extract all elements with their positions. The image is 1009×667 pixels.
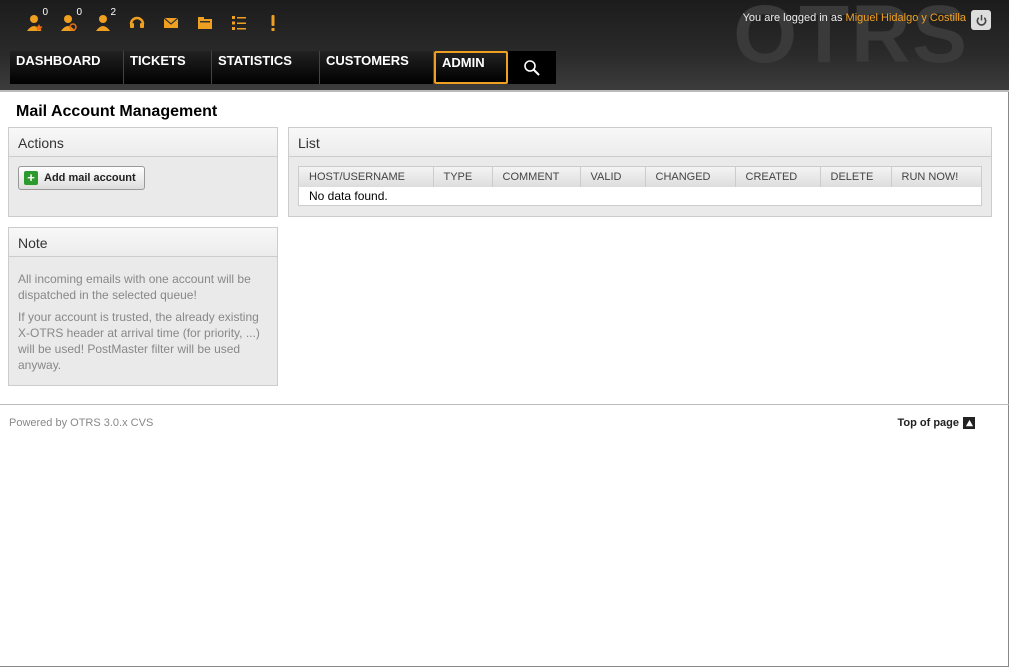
- search-icon[interactable]: [508, 51, 556, 84]
- top-of-page-link[interactable]: Top of page: [897, 417, 975, 429]
- note-paragraph-2: If your account is trusted, the already …: [18, 310, 260, 372]
- nav-tickets[interactable]: TICKETS: [124, 51, 212, 84]
- logout-icon[interactable]: [971, 10, 991, 30]
- mail-account-table: HOST/USERNAME TYPE COMMENT VALID CHANGED…: [298, 166, 982, 206]
- note-paragraph-1: All incoming emails with one account wil…: [18, 272, 251, 302]
- note-text: All incoming emails with one account wil…: [9, 257, 277, 373]
- main-nav: DASHBOARD TICKETS STATISTICS CUSTOMERS A…: [10, 51, 556, 84]
- top-of-page-label: Top of page: [897, 417, 959, 429]
- page-title: Mail Account Management: [16, 103, 218, 120]
- nav-customers[interactable]: CUSTOMERS: [320, 51, 434, 84]
- col-valid[interactable]: VALID: [580, 167, 646, 187]
- arrow-up-icon: [963, 417, 975, 429]
- powered-by-text: Powered by OTRS 3.0.x CVS: [9, 417, 154, 429]
- note-box: Note All incoming emails with one accoun…: [8, 227, 278, 386]
- toolbar: 0 0 2: [18, 7, 290, 38]
- col-created[interactable]: CREATED: [735, 167, 821, 187]
- login-info: You are logged in as Miguel Hidalgo y Co…: [743, 12, 966, 24]
- note-header: Note: [9, 228, 277, 257]
- col-comment[interactable]: COMMENT: [492, 167, 581, 187]
- login-prefix: You are logged in as: [742, 12, 843, 24]
- responsible-tickets-icon[interactable]: 2: [86, 7, 120, 38]
- queue-view-icon[interactable]: [188, 8, 222, 38]
- user-name-link[interactable]: Miguel Hidalgo y Costilla: [846, 12, 966, 24]
- actions-header: Actions: [9, 128, 277, 157]
- col-changed[interactable]: CHANGED: [645, 167, 736, 187]
- footer: Powered by OTRS 3.0.x CVS Top of page: [0, 404, 1009, 429]
- nav-statistics[interactable]: STATISTICS: [212, 51, 320, 84]
- add-mail-account-label: Add mail account: [44, 172, 136, 184]
- plus-icon: +: [24, 171, 38, 185]
- no-data-message: No data found.: [309, 189, 388, 203]
- responsible-tickets-count: 2: [110, 7, 116, 18]
- list-header: List: [289, 128, 991, 157]
- list-box: List HOST/USERNAME TYPE COMMENT VALID CH…: [288, 127, 992, 217]
- watched-tickets-count: 0: [76, 7, 82, 18]
- new-email-ticket-icon[interactable]: [154, 8, 188, 38]
- watched-tickets-icon[interactable]: 0: [52, 7, 86, 38]
- add-mail-account-button[interactable]: + Add mail account: [18, 166, 145, 190]
- status-view-icon[interactable]: [222, 8, 256, 38]
- new-phone-ticket-icon[interactable]: [120, 8, 154, 38]
- locked-tickets-count: 0: [42, 7, 48, 18]
- nav-dashboard[interactable]: DASHBOARD: [10, 51, 124, 84]
- header: OTRS 0 0 2 You are logged in as Miguel H…: [0, 0, 1009, 92]
- escalation-view-icon[interactable]: [256, 8, 290, 38]
- col-delete[interactable]: DELETE: [820, 167, 892, 187]
- nav-admin[interactable]: ADMIN: [434, 51, 508, 84]
- col-type[interactable]: TYPE: [433, 167, 493, 187]
- table-row: No data found.: [299, 187, 981, 205]
- col-run-now[interactable]: RUN NOW!: [891, 167, 981, 187]
- locked-tickets-new-icon[interactable]: 0: [18, 7, 52, 38]
- table-header-row: HOST/USERNAME TYPE COMMENT VALID CHANGED…: [299, 167, 981, 187]
- actions-box: Actions + Add mail account: [8, 127, 278, 217]
- col-host-username[interactable]: HOST/USERNAME: [299, 167, 434, 187]
